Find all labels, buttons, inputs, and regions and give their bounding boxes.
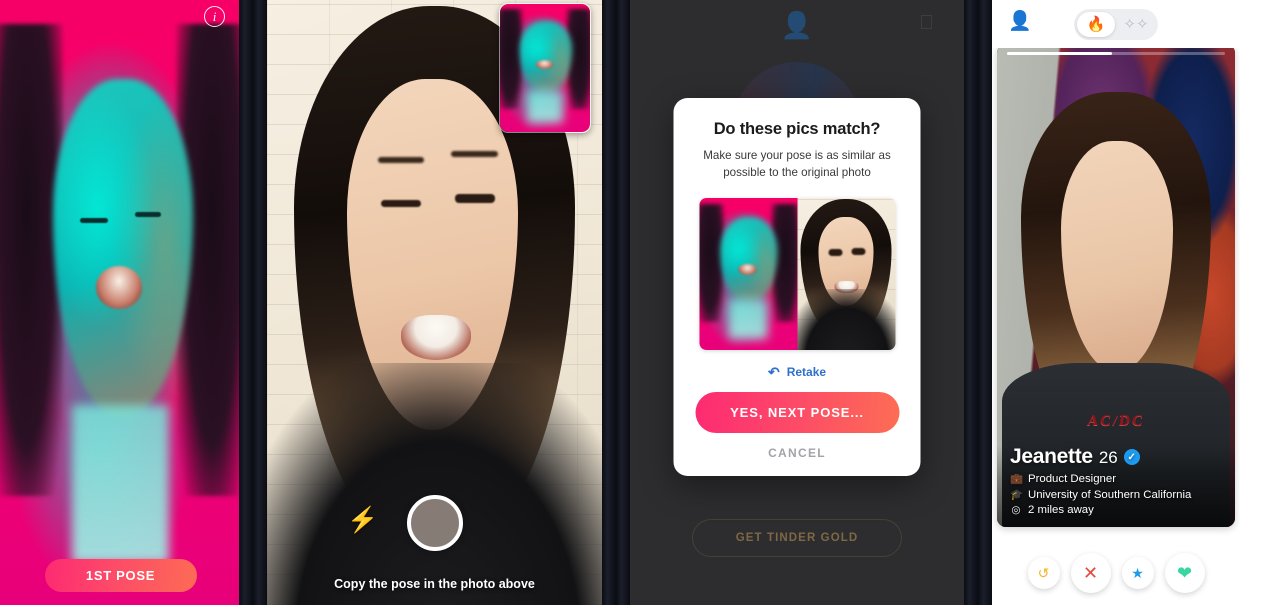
swipe-action-bar: ↺ ✕ ★ ❤	[992, 553, 1240, 593]
duotone-thumbnail	[500, 4, 590, 132]
info-icon[interactable]: i	[204, 6, 225, 27]
superlike-button[interactable]: ★	[1121, 557, 1154, 589]
screen-reference-pose: i 1ST POSE	[0, 0, 241, 605]
screen-profile-card: 👤 🔥 ✧✧ AC/DC Jeanette 26 ✓ 💼 Product Des…	[992, 0, 1240, 605]
face	[720, 217, 778, 303]
pose-match-modal: Do these pics match? Make sure your pose…	[673, 98, 921, 476]
profile-name: Jeanette	[1010, 445, 1093, 468]
neck-and-top	[527, 89, 563, 124]
briefcase-icon: 💼	[1010, 473, 1024, 485]
hair-left	[0, 24, 63, 497]
progress-fill	[1007, 52, 1112, 55]
duotone-photo	[699, 197, 797, 350]
eye-right	[851, 247, 866, 255]
picture-in-picture-reference[interactable]	[499, 3, 591, 133]
rewind-button[interactable]: ↺	[1027, 557, 1060, 589]
phone-bezel-right	[239, 0, 253, 605]
neck-and-top	[72, 405, 169, 563]
phone-1-reference-pose: i 1ST POSE	[0, 0, 253, 605]
verified-check-icon: ✓	[1123, 449, 1140, 465]
screen-verification-modal: 👤  GET TINDER GOLD Do these pics match?…	[630, 0, 964, 605]
phone-bezel-left	[616, 0, 630, 605]
profile-age: 26	[1098, 448, 1118, 467]
get-tinder-gold-button[interactable]: GET TINDER GOLD	[692, 519, 902, 557]
star-icon: ★	[1131, 565, 1144, 581]
profile-detail-distance: ◎ 2 miles away	[1010, 504, 1222, 516]
photo-comparison	[699, 197, 895, 350]
phone-3-verification-modal: 👤  GET TINDER GOLD Do these pics match?…	[616, 0, 978, 605]
eye-left	[828, 249, 843, 257]
flash-icon[interactable]: ⚡	[347, 508, 378, 533]
x-icon: ✕	[1082, 563, 1099, 583]
torso-dark-cardigan	[797, 288, 895, 350]
nav-toggle-pill: 🔥 ✧✧	[1074, 8, 1158, 40]
neck-and-top	[728, 299, 768, 339]
top-navigation-bar: 👤 🔥 ✧✧	[992, 0, 1240, 48]
apple-icon: 	[919, 13, 934, 33]
phone-bezel-left	[978, 0, 992, 605]
profile-nav-icon[interactable]: 👤	[1008, 12, 1032, 31]
phone-bezel-right	[964, 0, 978, 605]
like-button[interactable]: ❤	[1164, 553, 1205, 593]
graduation-cap-icon: 🎓	[1010, 489, 1024, 501]
face	[53, 78, 193, 418]
profile-distance-text: 2 miles away	[1028, 504, 1094, 516]
duotone-reference-photo	[0, 0, 241, 605]
person-icon: 👤	[780, 10, 814, 40]
rewind-icon: ↺	[1037, 565, 1050, 581]
pose-step-button[interactable]: 1ST POSE	[44, 559, 197, 592]
cancel-button[interactable]: CANCEL	[692, 446, 903, 460]
tab-top-picks[interactable]: ✧✧	[1117, 12, 1155, 37]
flame-icon: 🔥	[1086, 15, 1106, 33]
torso-dark-cardigan	[267, 363, 602, 605]
camera-instruction-caption: Copy the pose in the photo above	[334, 577, 535, 591]
eyebrow-right	[451, 151, 499, 158]
phone-4-profile-card: 👤 🔥 ✧✧ AC/DC Jeanette 26 ✓ 💼 Product Des…	[978, 0, 1240, 605]
eyebrow-left	[377, 157, 425, 164]
location-pin-icon: ◎	[1011, 504, 1021, 516]
mouth	[401, 314, 472, 360]
photo-progress-bar[interactable]	[1007, 52, 1225, 55]
profile-detail-job: 💼 Product Designer	[1010, 472, 1222, 486]
modal-title: Do these pics match?	[713, 120, 881, 138]
profile-school-text: University of Southern California	[1028, 488, 1192, 501]
retake-button[interactable]: ↶ Retake	[692, 365, 903, 379]
eye-left-winking	[380, 199, 422, 207]
next-pose-button[interactable]: YES, NEXT POSE...	[695, 391, 899, 433]
retake-label: Retake	[786, 364, 827, 379]
profile-info-overlay: Jeanette 26 ✓ 💼 Product Designer 🎓 Unive…	[997, 445, 1235, 527]
eye-left	[79, 217, 109, 223]
eye-right	[134, 211, 162, 217]
mouth	[96, 266, 143, 309]
shirt-band-logo: AC/DC	[1086, 413, 1146, 430]
heart-icon: ❤	[1176, 563, 1193, 583]
profile-card[interactable]: AC/DC Jeanette 26 ✓ 💼 Product Designer 🎓	[997, 44, 1235, 527]
nope-button[interactable]: ✕	[1070, 553, 1111, 593]
shutter-button[interactable]	[406, 495, 463, 551]
captured-selfie-thumbnail	[797, 197, 895, 350]
sparkles-icon: ✧✧	[1123, 15, 1149, 33]
phone-2-selfie-camera: ⚡ Copy the pose in the photo above	[253, 0, 616, 605]
face	[519, 20, 572, 93]
modal-subtitle: Make sure your pose is as similar as pos…	[703, 149, 891, 179]
profile-job-text: Product Designer	[1028, 472, 1117, 485]
screen-selfie-camera: ⚡ Copy the pose in the photo above	[267, 0, 602, 605]
reference-photo-thumbnail	[699, 197, 797, 350]
profile-name-row: Jeanette 26 ✓	[1010, 445, 1222, 469]
marketing-screenshot-strip: i 1ST POSE ⚡ Copy the pose in the photo …	[0, 0, 1280, 605]
phone-bezel-right	[602, 0, 616, 605]
undo-arrow-icon: ↶	[767, 363, 780, 380]
eye-right	[454, 193, 495, 203]
phone-bezel-left	[253, 0, 267, 605]
tab-discover-flame[interactable]: 🔥	[1077, 11, 1115, 37]
profile-detail-school: 🎓 University of Southern California	[1010, 488, 1222, 502]
